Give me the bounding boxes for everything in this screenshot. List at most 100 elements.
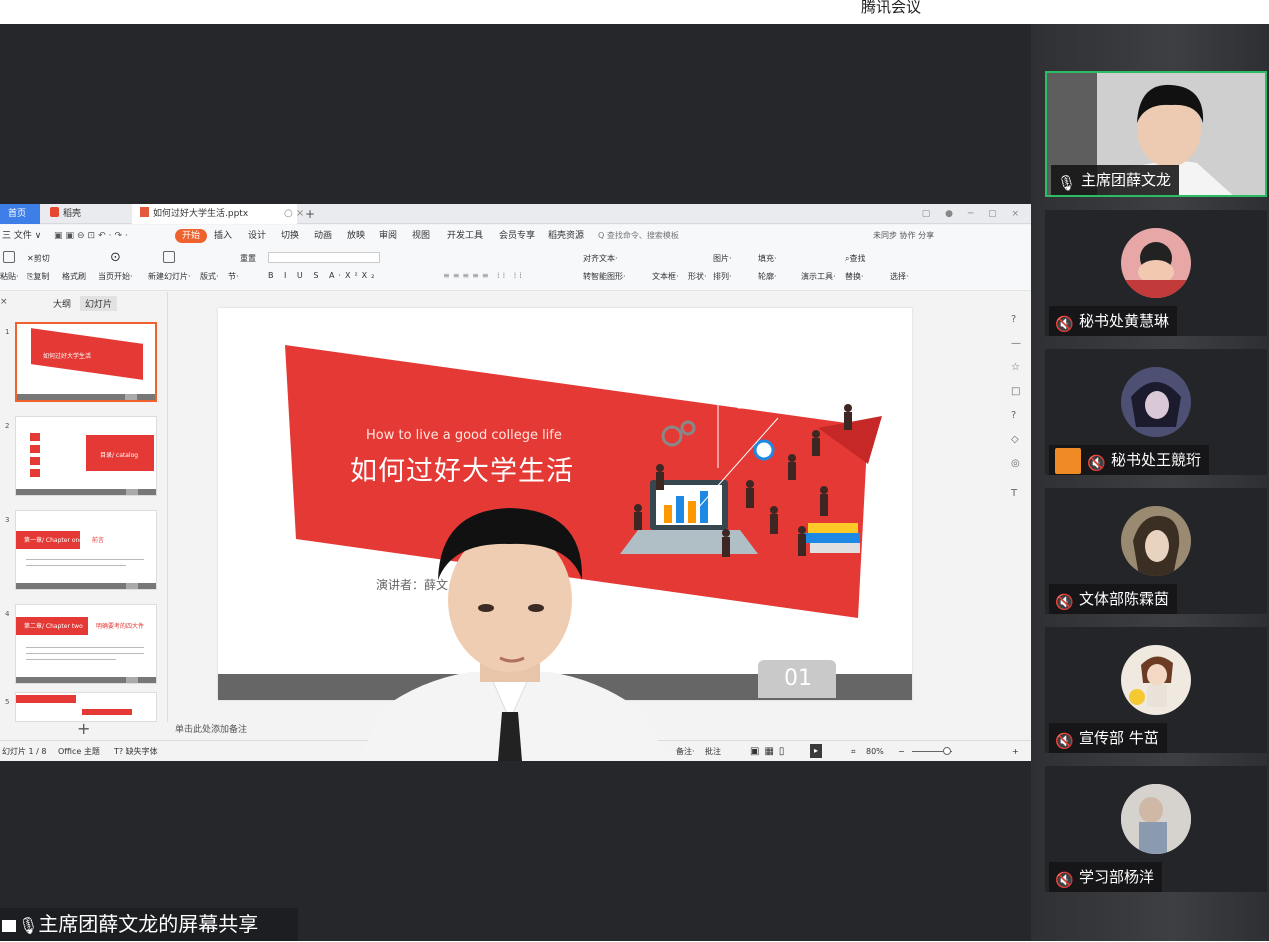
participant-tile[interactable]: 🔇 文体部陈霖茵: [1045, 488, 1267, 614]
outline-button[interactable]: 轮廓·: [758, 271, 777, 282]
quick-access-icons[interactable]: ▣▣⊖⊡↶·↷·: [54, 225, 131, 247]
fill-button[interactable]: 填充·: [758, 253, 777, 264]
menu-resources[interactable]: 稻壳资源: [548, 225, 584, 247]
collab-actions[interactable]: 未同步 协作 分享: [873, 225, 934, 247]
view-mode-icons[interactable]: ▣▦▯: [750, 741, 789, 761]
select-button[interactable]: 选择·: [890, 271, 909, 282]
play-icon[interactable]: ⊙: [110, 250, 121, 265]
menu-file[interactable]: 三 文件 ∨: [2, 225, 41, 247]
participant-name: 秘书处黄慧琳: [1079, 312, 1170, 330]
replace-button[interactable]: 替换·: [845, 271, 864, 282]
slide-thumbnail-5[interactable]: [15, 692, 157, 722]
new-tab-button[interactable]: +: [305, 204, 315, 224]
font-name-select[interactable]: [268, 252, 380, 263]
new-slide-icon[interactable]: [163, 251, 175, 263]
new-slide-button[interactable]: 新建幻灯片·: [148, 271, 191, 282]
paste-icon[interactable]: [3, 251, 15, 263]
thumb-footer: [17, 394, 155, 400]
participant-tile[interactable]: 🔇 秘书处王競珩: [1045, 349, 1267, 475]
outline-tab[interactable]: 大纲: [53, 297, 71, 310]
fit-icon[interactable]: ⌗: [851, 741, 856, 761]
reset-button[interactable]: 重置: [240, 253, 256, 264]
tab-daoke[interactable]: 稻壳: [42, 204, 130, 224]
avatar: [1121, 645, 1191, 715]
participant-name-tag: 🎙 主席团薛文龙: [1051, 165, 1180, 195]
star-icon[interactable]: ☆: [1011, 362, 1020, 373]
zoom-slider-knob[interactable]: [943, 747, 951, 755]
menu-insert[interactable]: 插入: [214, 225, 232, 247]
screen-share-label: 🎙主席团薛文龙的屏幕共享: [0, 908, 298, 941]
find-button[interactable]: ⌕查找: [845, 253, 865, 264]
presenter-video: [360, 508, 670, 761]
slides-tab[interactable]: 幻灯片: [80, 296, 118, 311]
menu-start[interactable]: 开始: [175, 229, 208, 243]
menu-developer[interactable]: 开发工具: [447, 225, 483, 247]
location-icon[interactable]: ◎: [1011, 458, 1020, 469]
participant-tile[interactable]: 🎙 主席团薛文龙: [1045, 71, 1267, 197]
missing-font[interactable]: T? 缺失字体: [114, 741, 158, 761]
text-icon[interactable]: T: [1011, 488, 1017, 499]
menu-review[interactable]: 审阅: [379, 225, 397, 247]
participant-name: 文体部陈霖茵: [1079, 590, 1170, 608]
format-painter-button[interactable]: 格式刷: [62, 271, 86, 282]
participant-name: 宣传部 牛茁: [1079, 729, 1159, 747]
slide-english-title: How to live a good college life: [366, 428, 562, 443]
participant-tile[interactable]: 🔇 学习部杨洋: [1045, 766, 1267, 892]
mic-muted-icon: 🔇: [1055, 871, 1074, 889]
present-tools-button[interactable]: 演示工具·: [801, 271, 836, 282]
add-slide-button[interactable]: +: [77, 719, 90, 738]
align-text-button[interactable]: 对齐文本·: [583, 253, 618, 264]
close-tab-icon[interactable]: ○ ×: [284, 204, 304, 224]
font-format-icons[interactable]: B I U S A·X²X₂: [268, 271, 378, 280]
menu-slideshow[interactable]: 放映: [347, 225, 365, 247]
slide-thumbnail-4[interactable]: 第二章/ Chapter two 明确要考的四大件: [15, 604, 157, 684]
pane-close-icon[interactable]: ×: [0, 297, 8, 307]
zoom-level[interactable]: 80%: [866, 741, 884, 761]
shape-icon[interactable]: ◇: [1011, 434, 1019, 445]
arrange-button[interactable]: 排列·: [713, 271, 732, 282]
section-button[interactable]: 节·: [228, 271, 239, 282]
thumb-subtitle: 明确要考的四大件: [96, 623, 145, 630]
wps-tab-bar: 首页 稻壳 如何过好大学生活.pptx ○ × + ▢ ● ─ ▢ ×: [0, 204, 1031, 224]
shape-button[interactable]: 形状·: [688, 271, 707, 282]
participant-tile[interactable]: 🔇 宣传部 牛茁: [1045, 627, 1267, 753]
notes-placeholder[interactable]: 单击此处添加备注: [175, 722, 247, 735]
slide-thumbnail-1[interactable]: 如何过好大学生活: [15, 322, 157, 402]
cut-button[interactable]: ✕剪切: [27, 253, 50, 264]
convert-smartart-button[interactable]: 转智能图形·: [583, 271, 626, 282]
menu-member[interactable]: 会员专享: [499, 225, 535, 247]
play-from-current-button[interactable]: 当页开始·: [98, 271, 133, 282]
menu-design[interactable]: 设计: [248, 225, 266, 247]
pointer-icon[interactable]: ▸: [810, 744, 823, 758]
theme-name[interactable]: Office 主题: [58, 741, 100, 761]
frame-icon[interactable]: □: [1011, 386, 1020, 397]
command-search[interactable]: Q 查找命令、搜索模板: [598, 225, 679, 247]
menu-view[interactable]: 视图: [412, 225, 430, 247]
mic-muted-icon: 🔇: [1055, 315, 1074, 333]
thumb-number: 3: [5, 516, 10, 524]
menu-animation[interactable]: 动画: [314, 225, 332, 247]
zoom-out-button[interactable]: −: [898, 741, 905, 761]
tab-document[interactable]: 如何过好大学生活.pptx: [132, 204, 297, 224]
participant-name: 学习部杨洋: [1079, 868, 1155, 886]
paragraph-align-icons[interactable]: ≡≡≡≡≡ ⁞⁞ ⁞⁞: [443, 271, 525, 280]
comments-toggle[interactable]: 批注: [705, 741, 721, 761]
style-icon[interactable]: ?: [1011, 314, 1016, 325]
window-controls[interactable]: ▢ ● ─ ▢ ×: [922, 204, 1025, 224]
layout-button[interactable]: 版式·: [200, 271, 219, 282]
slide-page-number: 01: [784, 666, 812, 691]
copy-button[interactable]: ⎘复制: [27, 271, 49, 282]
paste-button[interactable]: 粘贴·: [0, 271, 19, 282]
slider-icon[interactable]: —: [1011, 338, 1021, 349]
participant-tile[interactable]: 🔇 秘书处黄慧琳: [1045, 210, 1267, 336]
picture-button[interactable]: 图片·: [713, 253, 732, 264]
help-icon[interactable]: ?: [1011, 410, 1016, 421]
slide-thumbnail-3[interactable]: 第一章/ Chapter one 前言: [15, 510, 157, 590]
title-bar: 腾讯会议: [0, 0, 1269, 24]
slide-thumbnail-2[interactable]: 目录/ catalog: [15, 416, 157, 496]
tab-home[interactable]: 首页: [0, 204, 40, 224]
zoom-in-button[interactable]: +: [1012, 741, 1019, 761]
menu-transition[interactable]: 切换: [281, 225, 299, 247]
avatar: [1121, 506, 1191, 576]
textbox-button[interactable]: 文本框·: [652, 271, 679, 282]
